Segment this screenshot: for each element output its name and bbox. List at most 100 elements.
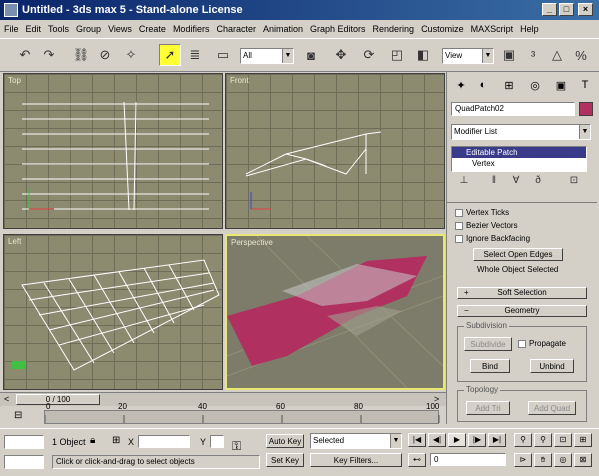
modify-tab-icon[interactable]: ◐ (473, 75, 493, 95)
angle-snap-icon[interactable]: △ (546, 44, 568, 66)
pin-stack-icon[interactable]: ⊥ (455, 172, 473, 188)
motion-tab-icon[interactable]: ◎ (525, 75, 545, 95)
maxscript-listener-mini[interactable] (4, 435, 44, 449)
time-slider-thumb[interactable]: 0 / 100 (16, 394, 100, 405)
select-and-move-icon[interactable]: ✥ (330, 44, 352, 66)
snaps-toggle-icon[interactable]: ³ (522, 44, 544, 66)
track-ruler[interactable] (44, 410, 440, 424)
maximize-button[interactable]: □ (559, 3, 574, 16)
bind-space-warp-icon[interactable]: ✧ (120, 44, 142, 66)
add-tri-button[interactable]: Add Tri (466, 401, 510, 415)
modifier-stack[interactable]: Editable Patch Vertex (451, 146, 587, 172)
bind-button[interactable]: Bind (470, 359, 510, 373)
play-icon[interactable]: ▶ (448, 433, 466, 447)
zoom-icon[interactable]: ⚲ (514, 433, 532, 447)
menu-group[interactable]: Group (76, 24, 101, 34)
reference-coord-dropdown[interactable]: View ▼ (442, 48, 494, 64)
select-by-name-icon[interactable]: ≣ (184, 44, 206, 66)
menu-graph-editors[interactable]: Graph Editors (310, 24, 366, 34)
checkbox-propagate[interactable] (518, 339, 526, 348)
key-filters-button[interactable]: Key Filters... (310, 453, 402, 467)
close-button[interactable]: × (578, 3, 593, 16)
selection-filter-dropdown[interactable]: All ▼ (240, 48, 294, 64)
bezier-vectors-check[interactable]: Bezier Vectors (455, 221, 518, 230)
set-key-button[interactable]: Set Key (266, 453, 304, 467)
arc-rotate-icon[interactable]: ◎ (554, 453, 572, 467)
utilities-tab-icon[interactable]: T (575, 75, 595, 95)
geometry-rollout[interactable]: − Geometry (457, 305, 587, 317)
select-and-manipulate-icon[interactable]: ◧ (412, 44, 434, 66)
percent-snap-icon[interactable]: % (570, 44, 592, 66)
go-to-end-icon[interactable]: ▶| (488, 433, 506, 447)
lock-icon[interactable]: 🔒︎ (90, 435, 95, 446)
mini-curve-editor-icon[interactable]: ⊟ (14, 410, 30, 424)
next-frame-icon[interactable]: |▶ (468, 433, 486, 447)
undo-icon[interactable]: ↶ (14, 44, 36, 66)
display-tab-icon[interactable]: ▣ (551, 75, 571, 95)
modifier-list-dropdown[interactable]: Modifier List ▼ (451, 124, 591, 140)
menu-character[interactable]: Character (216, 24, 256, 34)
y-coordinate-field[interactable] (210, 435, 224, 448)
menu-animation[interactable]: Animation (263, 24, 303, 34)
hierarchy-tab-icon[interactable]: ⊞ (499, 75, 519, 95)
minimize-button[interactable]: _ (542, 3, 557, 16)
select-and-scale-icon[interactable]: ◰ (386, 44, 408, 66)
remove-modifier-icon[interactable]: ð (529, 172, 547, 188)
subdivide-button[interactable]: Subdivide (464, 337, 512, 351)
maxscript-output-mini[interactable] (4, 455, 44, 469)
unlink-icon[interactable]: ⊘ (94, 44, 116, 66)
menu-maxscript[interactable]: MAXScript (471, 24, 514, 34)
absolute-mode-icon[interactable]: ⊞ (112, 435, 120, 446)
window-crossing-icon[interactable]: ◙ (300, 44, 322, 66)
soft-selection-rollout[interactable]: + Soft Selection (457, 287, 587, 299)
redo-icon[interactable]: ↷ (38, 44, 60, 66)
menu-customize[interactable]: Customize (421, 24, 464, 34)
menu-modifiers[interactable]: Modifiers (173, 24, 210, 34)
configure-sets-icon[interactable]: ⊡ (565, 172, 583, 188)
go-to-start-icon[interactable]: |◀ (408, 433, 426, 447)
vertex-ticks-check[interactable]: Vertex Ticks (455, 208, 509, 217)
stack-item-editable-patch[interactable]: Editable Patch (452, 147, 586, 158)
maximize-viewport-icon[interactable]: ⊠ (574, 453, 592, 467)
track-bar[interactable]: ⊟ 0 20 40 60 80 100 (0, 402, 446, 428)
key-filter-selection-dropdown[interactable]: Selected ▼ (310, 433, 402, 449)
viewport-top[interactable]: Top (3, 73, 223, 229)
unbind-button[interactable]: Unbind (530, 359, 574, 373)
checkbox-bezier-vectors[interactable] (455, 221, 463, 230)
create-tab-icon[interactable]: ✦ (451, 75, 471, 95)
slider-prev-icon[interactable]: < (4, 394, 9, 404)
current-frame-field[interactable]: 0 (430, 453, 506, 466)
make-unique-icon[interactable]: ∀ (507, 172, 525, 188)
key-mode-toggle-icon[interactable]: ⊷ (408, 453, 426, 467)
menu-views[interactable]: Views (108, 24, 132, 34)
checkbox-vertex-ticks[interactable] (455, 208, 463, 217)
menu-file[interactable]: File (4, 24, 19, 34)
time-slider[interactable]: < 0 / 100 > (0, 392, 446, 406)
menu-tools[interactable]: Tools (48, 24, 69, 34)
menu-edit[interactable]: Edit (26, 24, 42, 34)
zoom-extents-icon[interactable]: ⊡ (554, 433, 572, 447)
viewport-front[interactable]: Front (225, 73, 445, 229)
show-end-result-icon[interactable]: ‖ (485, 172, 503, 188)
rectangular-selection-icon[interactable]: ▭ (212, 44, 234, 66)
stack-item-vertex[interactable]: Vertex (452, 158, 586, 169)
pan-icon[interactable]: ✋︎ (534, 453, 552, 467)
viewport-perspective[interactable]: Perspective (225, 234, 445, 390)
object-color-swatch[interactable] (579, 102, 593, 116)
zoom-extents-all-icon[interactable]: ⊞ (574, 433, 592, 447)
zoom-all-icon[interactable]: ⚲ (534, 433, 552, 447)
object-name-field[interactable]: QuadPatch02 (451, 102, 575, 116)
add-quad-button[interactable]: Add Quad (528, 401, 576, 415)
select-open-edges-button[interactable]: Select Open Edges (473, 248, 563, 261)
menu-create[interactable]: Create (139, 24, 166, 34)
previous-frame-icon[interactable]: ◀| (428, 433, 446, 447)
pivot-center-icon[interactable]: ▣ (498, 44, 520, 66)
select-object-icon[interactable]: ➚ (159, 44, 181, 66)
menu-rendering[interactable]: Rendering (373, 24, 415, 34)
menu-help[interactable]: Help (520, 24, 539, 34)
checkbox-ignore-backfacing[interactable] (455, 234, 463, 243)
x-coordinate-field[interactable] (138, 435, 190, 448)
select-and-rotate-icon[interactable]: ⟳ (358, 44, 380, 66)
auto-key-button[interactable]: Auto Key (266, 434, 304, 448)
viewport-left[interactable]: Left (3, 234, 223, 390)
